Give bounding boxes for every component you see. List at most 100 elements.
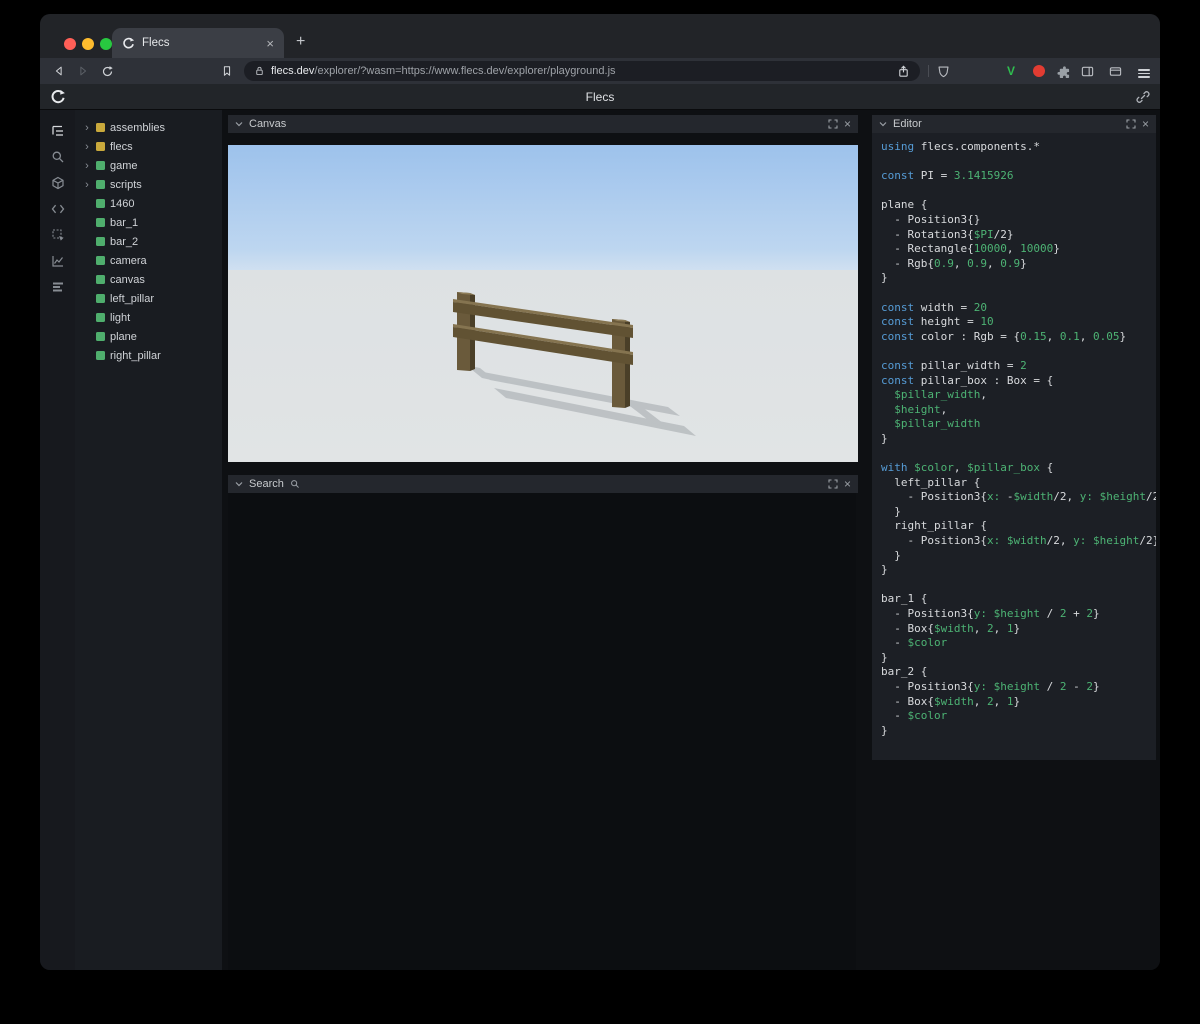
tree-item-canvas[interactable]: canvas: [75, 270, 222, 289]
code-line: right_pillar {: [881, 519, 987, 533]
expand-arrow-icon[interactable]: ›: [83, 141, 91, 153]
url-bar[interactable]: flecs.dev/explorer/?wasm=https://www.fle…: [244, 61, 920, 81]
code-line: - Position3{}: [881, 212, 981, 226]
entities-cube-icon[interactable]: [40, 170, 75, 196]
sidebar-panel-icon[interactable]: [1080, 64, 1094, 78]
search-view-icon[interactable]: [40, 144, 75, 170]
fullscreen-icon[interactable]: [1126, 119, 1136, 129]
close-window-button[interactable]: [64, 38, 76, 50]
tree-item-flecs[interactable]: › flecs: [75, 137, 222, 156]
canvas-panel-title: Canvas: [249, 118, 287, 130]
tree-item-label: 1460: [110, 197, 135, 210]
tree-item-1460[interactable]: 1460: [75, 194, 222, 213]
tree-item-label: plane: [110, 330, 137, 343]
tree-item-label: canvas: [110, 273, 145, 286]
entity-color-icon: [96, 123, 105, 132]
code-line: - $color: [881, 636, 948, 650]
close-panel-icon[interactable]: ×: [844, 478, 851, 490]
code-line: const PI = 3.1415926: [881, 169, 1014, 183]
tree-item-assemblies[interactable]: › assemblies: [75, 118, 222, 137]
new-tab-button[interactable]: +: [296, 34, 305, 50]
code-line: const pillar_width = 2: [881, 358, 1027, 372]
inspector-select-icon[interactable]: [40, 222, 75, 248]
entity-color-icon: [96, 332, 105, 341]
code-line: const pillar_box : Box = {: [881, 373, 1054, 387]
code-line: bar_1 {: [881, 592, 928, 606]
tree-item-label: camera: [110, 254, 147, 267]
code-editor[interactable]: using flecs.components.* const PI = 3.14…: [872, 133, 1156, 760]
tree-item-bar_1[interactable]: bar_1: [75, 213, 222, 232]
back-button[interactable]: [52, 64, 66, 78]
lock-icon: [254, 65, 265, 77]
entity-tree-panel: › assemblies › flecs › game › scripts 1460 bar_1 b…: [75, 110, 222, 970]
menu-icon[interactable]: [1138, 64, 1152, 78]
expand-arrow-icon[interactable]: ›: [83, 122, 91, 134]
close-panel-icon[interactable]: ×: [1142, 118, 1149, 130]
code-line: - Rotation3{$PI/2}: [881, 227, 1014, 241]
code-line: - Position3{y: $height / 2 - 2}: [881, 679, 1100, 693]
entity-color-icon: [96, 275, 105, 284]
zoom-window-button[interactable]: [100, 38, 112, 50]
tree-item-right_pillar[interactable]: right_pillar: [75, 346, 222, 365]
tree-item-bar_2[interactable]: bar_2: [75, 232, 222, 251]
canvas-3d-viewport[interactable]: [228, 145, 858, 462]
fullscreen-icon[interactable]: [828, 119, 838, 129]
tab-close-icon[interactable]: ×: [266, 37, 274, 50]
collapse-chevron-icon[interactable]: [879, 121, 887, 127]
fullscreen-icon[interactable]: [828, 479, 838, 489]
stats-view-icon[interactable]: [40, 274, 75, 300]
code-line: - Position3{y: $height / 2 + 2}: [881, 607, 1100, 620]
permalink-icon[interactable]: [1136, 90, 1150, 104]
tree-list: › assemblies › flecs › game › scripts 1460 bar_1 b…: [75, 118, 222, 365]
tree-item-left_pillar[interactable]: left_pillar: [75, 289, 222, 308]
entity-color-icon: [96, 237, 105, 246]
entity-color-icon: [96, 142, 105, 151]
tree-view-icon[interactable]: [40, 118, 75, 144]
reload-button[interactable]: [100, 64, 114, 78]
forward-button[interactable]: [76, 64, 90, 78]
chart-view-icon[interactable]: [40, 248, 75, 274]
tree-item-scripts[interactable]: › scripts: [75, 175, 222, 194]
main-area: › assemblies › flecs › game › scripts 1460 bar_1 b…: [40, 110, 1160, 970]
code-line: }: [881, 504, 901, 518]
tree-item-label: flecs: [110, 140, 133, 153]
close-panel-icon[interactable]: ×: [844, 118, 851, 130]
entity-color-icon: [96, 313, 105, 322]
canvas-panel-header: Canvas ×: [228, 115, 858, 133]
tab-favicon-flecs-icon: [122, 37, 135, 50]
tree-item-game[interactable]: › game: [75, 156, 222, 175]
expand-arrow-icon[interactable]: ›: [83, 179, 91, 191]
tree-item-light[interactable]: light: [75, 308, 222, 327]
entity-color-icon: [96, 180, 105, 189]
minimize-window-button[interactable]: [82, 38, 94, 50]
expand-arrow-icon[interactable]: ›: [83, 160, 91, 172]
extension-red-icon[interactable]: [1032, 64, 1046, 78]
extension-v-icon[interactable]: V: [1004, 64, 1018, 78]
entity-color-icon: [96, 294, 105, 303]
editor-column: Editor × using flecs.components.* const …: [866, 110, 1158, 970]
toolbar-separator: [928, 65, 929, 77]
code-line: - Box{$width, 2, 1}: [881, 694, 1021, 708]
wallet-icon[interactable]: [1108, 64, 1122, 78]
brave-shield-icon[interactable]: [936, 64, 950, 78]
tree-item-plane[interactable]: plane: [75, 327, 222, 346]
search-panel-header: Search ×: [228, 475, 858, 493]
collapse-chevron-icon[interactable]: [235, 121, 243, 127]
tab-title: Flecs: [142, 37, 170, 49]
collapse-chevron-icon[interactable]: [235, 481, 243, 487]
code-line: }: [881, 548, 901, 562]
tree-item-camera[interactable]: camera: [75, 251, 222, 270]
browser-tab[interactable]: Flecs ×: [112, 28, 284, 58]
share-icon[interactable]: [896, 64, 910, 78]
extensions-puzzle-icon[interactable]: [1056, 64, 1070, 78]
code-view-icon[interactable]: [40, 196, 75, 222]
bookmark-icon[interactable]: [220, 64, 234, 78]
code-line: $pillar_width: [894, 417, 981, 431]
center-column: Canvas × Search ×: [222, 110, 862, 970]
search-results-area[interactable]: [228, 493, 856, 970]
icon-rail: [40, 110, 75, 970]
